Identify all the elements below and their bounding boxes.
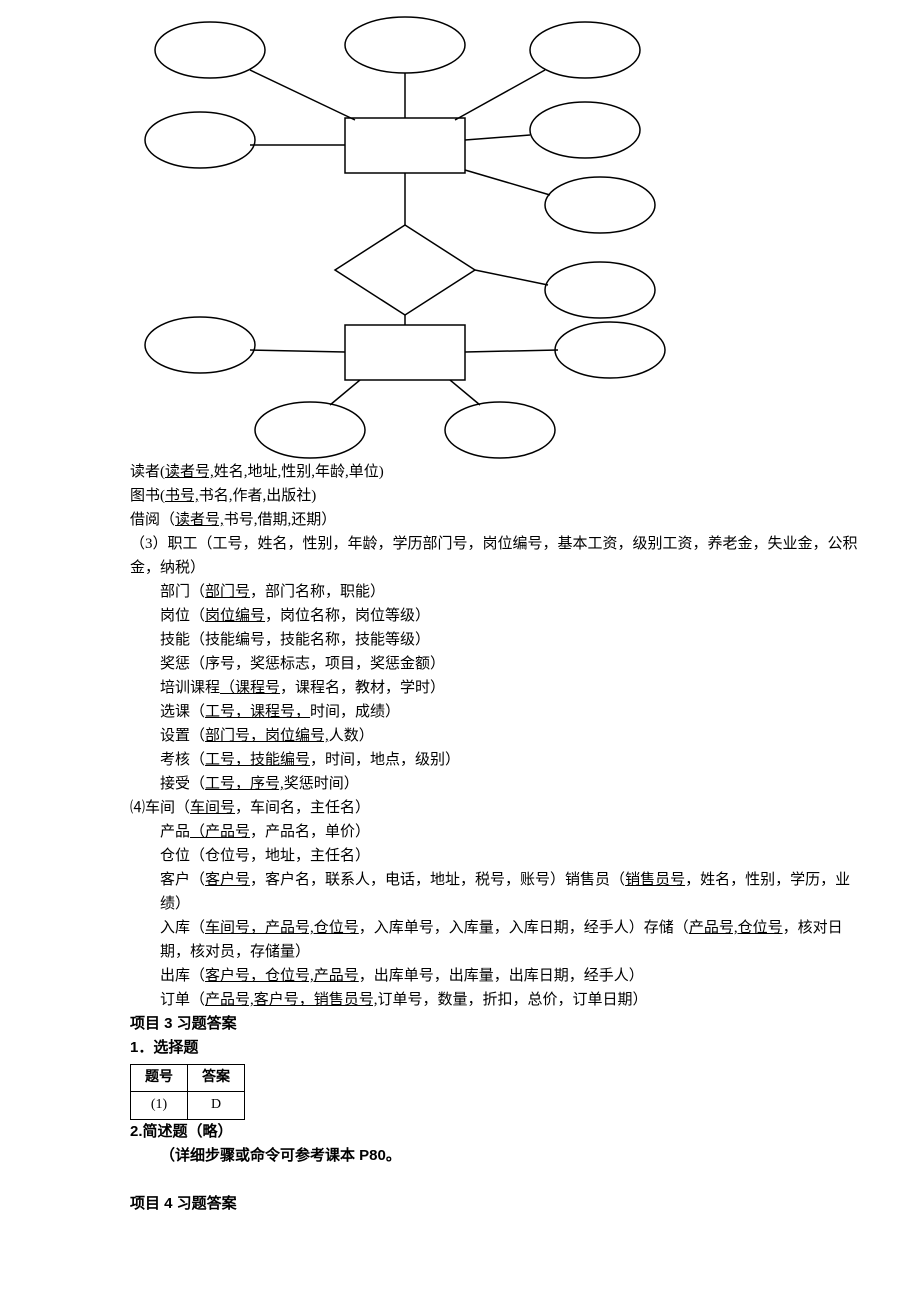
schema-course: 培训课程（课程号，课程名，教材，学时） (130, 676, 860, 700)
schema-reader: 读者(读者号,姓名,地址,性别,年龄,单位) (130, 460, 860, 484)
schema-dept: 部门（部门号，部门名称，职能） (130, 580, 860, 604)
table-row: 题号 答案 (131, 1065, 245, 1092)
heading-project3: 项目 3 习题答案 (130, 1012, 860, 1036)
body-text: 读者(读者号,姓名,地址,性别,年龄,单位) 图书(书号,书名,作者,出版社) … (0, 460, 920, 1216)
schema-workshop: ⑷车间（车间号，车间名，主任名） (130, 796, 860, 820)
schema-book: 图书(书号,书名,作者,出版社) (130, 484, 860, 508)
schema-outstock: 出库（客户号，仓位号,产品号，出库单号，出库量，出库日期，经手人） (130, 964, 860, 988)
answer-table: 题号 答案 (1) D (130, 1064, 245, 1120)
heading-brief: 2.简述题（略） (130, 1120, 860, 1144)
table-row: (1) D (131, 1092, 245, 1119)
schema-product: 产品（产品号，产品名，单价） (130, 820, 860, 844)
schema-borrow: 借阅（读者号,书号,借期,还期） (130, 508, 860, 532)
table-header-ans: 答案 (188, 1065, 245, 1092)
schema-select-course: 选课（工号，课程号，时间，成绩） (130, 700, 860, 724)
schema-assess: 考核（工号，技能编号，时间，地点，级别） (130, 748, 860, 772)
er-diagram (130, 0, 690, 460)
schema-reward: 奖惩（序号，奖惩标志，项目，奖惩金额） (130, 652, 860, 676)
schema-instock: 入库（车间号，产品号,仓位号，入库单号，入库量，入库日期，经手人）存储（产品号,… (130, 916, 860, 964)
detail-note: （详细步骤或命令可参考课本 P80。 (130, 1144, 860, 1168)
schema-employee: （3）职工（工号，姓名，性别，年龄，学历部门号，岗位编号，基本工资，级别工资，养… (130, 532, 860, 580)
heading-choice: 1．选择题 (130, 1036, 860, 1060)
table-header-qnum: 题号 (131, 1065, 188, 1092)
schema-position: 岗位（岗位编号，岗位名称，岗位等级） (130, 604, 860, 628)
schema-warehouse: 仓位（仓位号，地址，主任名） (130, 844, 860, 868)
heading-project4: 项目 4 习题答案 (130, 1192, 860, 1216)
schema-accept: 接受（工号，序号,奖惩时间） (130, 772, 860, 796)
schema-skill: 技能（技能编号，技能名称，技能等级） (130, 628, 860, 652)
table-cell: (1) (131, 1092, 188, 1119)
schema-order: 订单（产品号,客户号，销售员号,订单号，数量，折扣，总价，订单日期） (130, 988, 860, 1012)
schema-customer: 客户（客户号，客户名，联系人，电话，地址，税号，账号）销售员（销售员号，姓名，性… (130, 868, 860, 916)
schema-setup: 设置（部门号，岗位编号,人数） (130, 724, 860, 748)
table-cell: D (188, 1092, 245, 1119)
